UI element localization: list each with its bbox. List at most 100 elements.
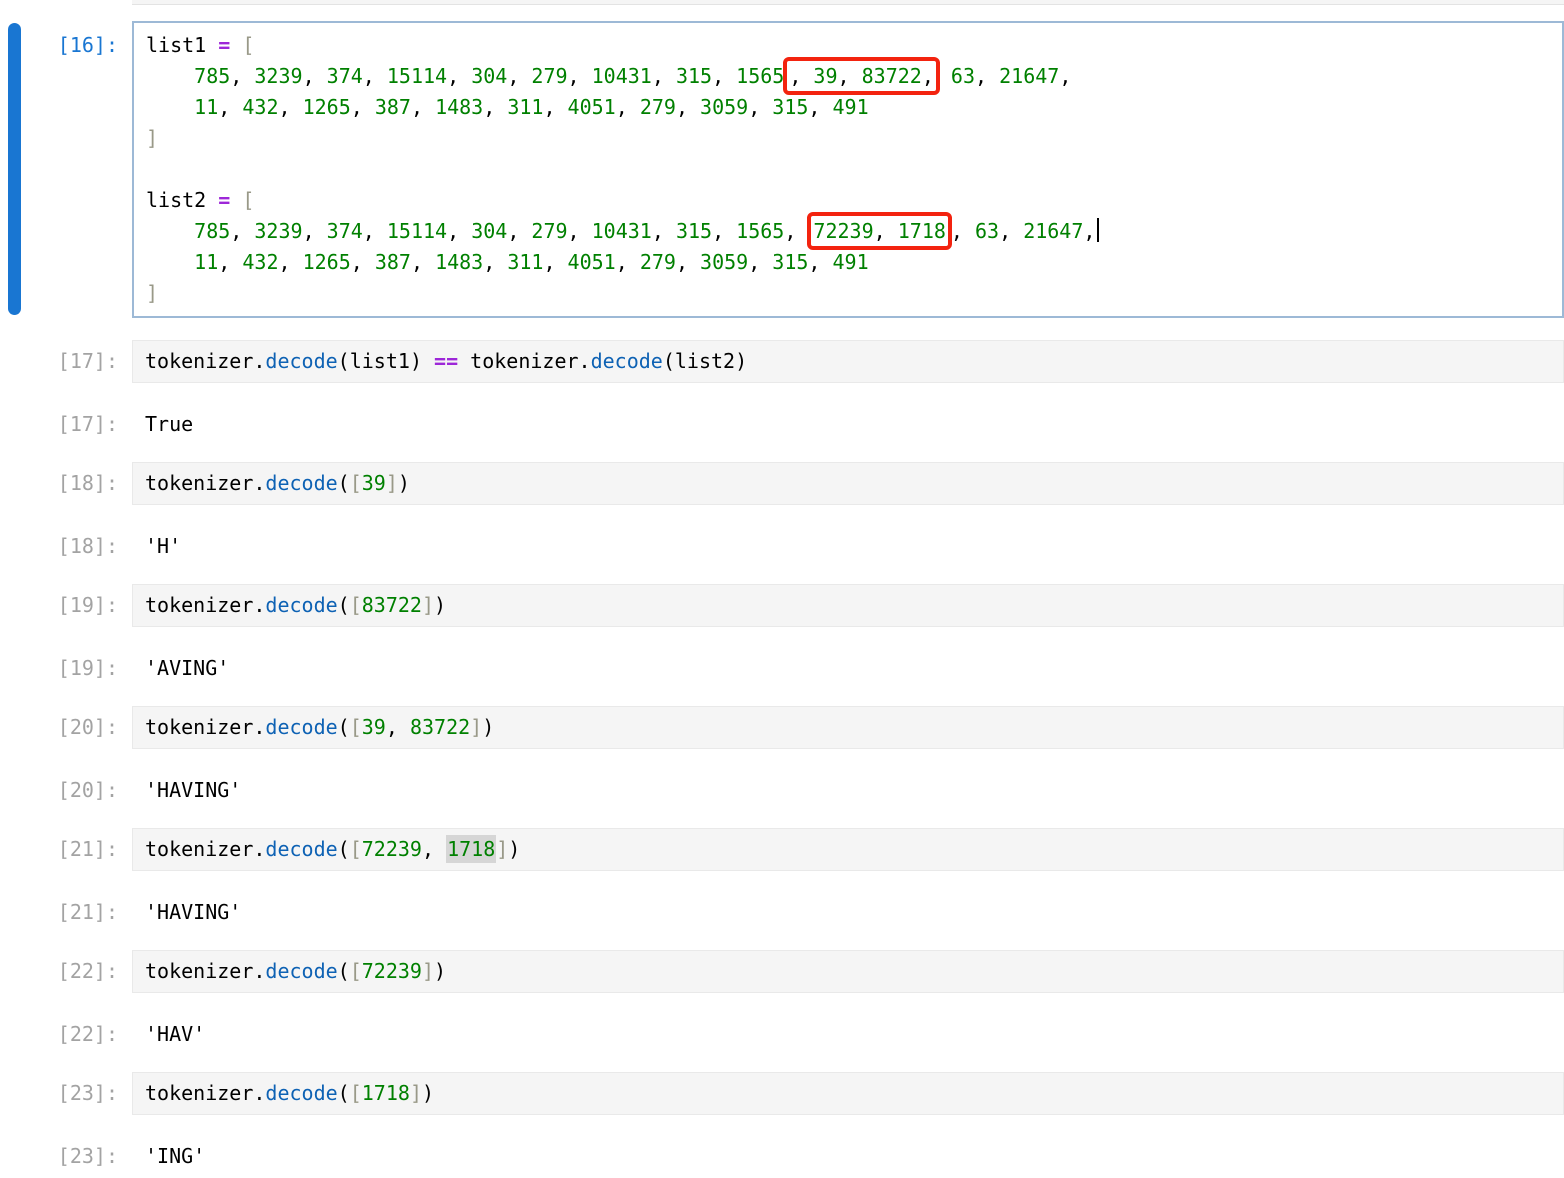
code-token: ( (338, 593, 350, 617)
code-line: 11, 432, 1265, 387, 1483, 311, 4051, 279… (146, 92, 1550, 123)
code-token: , (975, 64, 999, 88)
code-token: , (218, 250, 242, 274)
code-token: 3059 (700, 95, 748, 119)
code-token: , (543, 95, 567, 119)
cell-22-editor[interactable]: tokenizer.decode([72239]) (132, 950, 1564, 993)
code-token: [ (242, 188, 254, 212)
output-text: 'HAVING' (132, 897, 1564, 928)
code-token: ] (410, 1081, 422, 1105)
code-token: 785 (194, 219, 230, 243)
code-token: tokenizer (145, 471, 253, 495)
cell-21-output-prompt: [21]: (0, 897, 132, 928)
code-token: [ (242, 33, 254, 57)
cell-19-editor[interactable]: tokenizer.decode([83722]) (132, 584, 1564, 627)
code-token: 21647 (1023, 219, 1083, 243)
output-text: 'H' (132, 531, 1564, 562)
code-token: decode (265, 593, 337, 617)
code-token: 279 (531, 64, 567, 88)
code-token: , (874, 219, 898, 243)
code-token: ( (338, 471, 350, 495)
cell-21-editor[interactable]: tokenizer.decode([72239, 1718]) (132, 828, 1564, 871)
code-token: decode (265, 349, 337, 373)
code-token: , (303, 64, 327, 88)
code-token: , (483, 95, 507, 119)
notebook-panel: [16]: list1 = [ 785, 3239, 374, 15114, 3… (0, 0, 1564, 1178)
code-token: . (253, 715, 265, 739)
code-token: 315 (676, 64, 712, 88)
code-token (939, 64, 951, 88)
code-token: . (253, 471, 265, 495)
code-token: , (652, 64, 676, 88)
cell-23-editor[interactable]: tokenizer.decode([1718]) (132, 1072, 1564, 1115)
code-token: = (218, 188, 230, 212)
code-cell-17: [17]: tokenizer.decode(list1) == tokeniz… (0, 340, 1564, 383)
cell-18-input-prompt: [18]: (0, 462, 132, 499)
code-token: , (808, 250, 832, 274)
code-token: 387 (375, 95, 411, 119)
code-token: 4051 (568, 95, 616, 119)
code-token: , (386, 715, 410, 739)
code-token: list1 (350, 349, 410, 373)
code-line: 785, 3239, 374, 15114, 304, 279, 10431, … (146, 216, 1550, 247)
cell-17-editor[interactable]: tokenizer.decode(list1) == tokenizer.dec… (132, 340, 1564, 383)
code-token: ) (508, 837, 520, 861)
code-token: 279 (640, 95, 676, 119)
output-text: 'HAV' (132, 1019, 1564, 1050)
code-token: tokenizer (145, 837, 253, 861)
code-line: tokenizer.decode([72239]) (145, 956, 1551, 987)
code-token: 304 (471, 219, 507, 243)
code-token: ] (146, 126, 158, 150)
code-cell-19: [19]: tokenizer.decode([83722]) (0, 584, 1564, 627)
code-token: tokenizer (145, 715, 253, 739)
code-token: ( (338, 1081, 350, 1105)
code-token: 10431 (592, 219, 652, 243)
cell-20-output: [20]: 'HAVING' (0, 775, 1564, 806)
code-token (206, 188, 218, 212)
code-token: 11 (194, 250, 218, 274)
code-token: decode (265, 959, 337, 983)
previous-cell-edge (132, 0, 1564, 5)
code-token: , (784, 219, 808, 243)
code-token: ] (422, 959, 434, 983)
code-token (230, 33, 242, 57)
code-token: , (230, 64, 254, 88)
cell-17-output: [17]: True (0, 409, 1564, 440)
cell-17-input-prompt: [17]: (0, 340, 132, 377)
code-token: . (253, 349, 265, 373)
active-cell-collapser[interactable] (8, 23, 21, 315)
code-token: decode (265, 471, 337, 495)
code-token: 10431 (592, 64, 652, 88)
cell-20-output-prompt: [20]: (0, 775, 132, 806)
code-token: ) (434, 959, 446, 983)
code-token: 83722 (862, 64, 922, 88)
code-token: , (447, 219, 471, 243)
code-token: 3059 (700, 250, 748, 274)
code-token: ) (398, 471, 410, 495)
cell-19-output: [19]: 'AVING' (0, 653, 1564, 684)
cell-21-output: [21]: 'HAVING' (0, 897, 1564, 928)
code-token (146, 64, 194, 88)
code-token: , (1083, 219, 1095, 243)
code-token: , (278, 250, 302, 274)
cell-19-output-prompt: [19]: (0, 653, 132, 684)
code-token: , (712, 64, 736, 88)
code-token: , (278, 95, 302, 119)
code-token: 1483 (435, 250, 483, 274)
code-token: list2 (146, 188, 206, 212)
code-token: ] (470, 715, 482, 739)
cell-22-output: [22]: 'HAV' (0, 1019, 1564, 1050)
cell-20-editor[interactable]: tokenizer.decode([39, 83722]) (132, 706, 1564, 749)
code-token: 1265 (303, 95, 351, 119)
code-token: , (230, 219, 254, 243)
cell-18-editor[interactable]: tokenizer.decode([39]) (132, 462, 1564, 505)
cell-16-editor[interactable]: list1 = [ 785, 3239, 374, 15114, 304, 27… (132, 21, 1564, 318)
code-token: tokenizer (145, 593, 253, 617)
code-line: 785, 3239, 374, 15114, 304, 279, 10431, … (146, 61, 1550, 92)
code-token: 83722 (410, 715, 470, 739)
code-token: [ (350, 1081, 362, 1105)
code-token: 315 (676, 219, 712, 243)
code-token: 491 (833, 250, 869, 274)
code-token: , (507, 64, 531, 88)
code-cell-16: [16]: list1 = [ 785, 3239, 374, 15114, 3… (0, 21, 1564, 318)
code-token: , (351, 95, 375, 119)
